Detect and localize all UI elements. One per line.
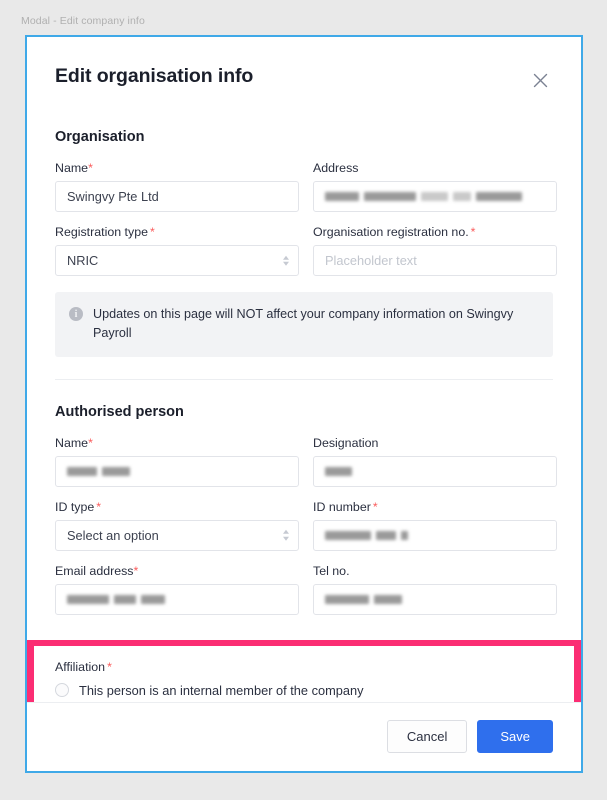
required-marker: * (88, 161, 93, 175)
designation-input[interactable] (313, 455, 557, 487)
label-email-address: Email address* (55, 564, 299, 578)
tel-no-input[interactable] (313, 583, 557, 615)
label-registration-type-text: Registration type (55, 225, 148, 239)
radio-icon[interactable] (55, 683, 69, 698)
info-banner: i Updates on this page will NOT affect y… (55, 292, 553, 357)
org-registration-no-input[interactable]: Placeholder text (313, 245, 557, 276)
field-tel-no: Tel no. (313, 564, 557, 615)
authorised-person-fields: Name* Designation ID type * Select an opt… (55, 436, 557, 628)
label-id-number-text: ID number (313, 499, 371, 514)
field-person-name: Name* (55, 436, 299, 487)
affiliation-option-internal-label: This person is an internal member of the… (79, 682, 364, 698)
organisation-fields: Name* Swingvy Pte Ltd Address Registrati… (55, 161, 557, 289)
redacted-text (67, 466, 97, 476)
redacted-text (453, 192, 471, 201)
field-registration-type: Registration type * NRIC (55, 225, 299, 276)
affiliation-highlight-box: Affiliation * This person is an internal … (27, 639, 581, 702)
redacted-text (476, 192, 522, 201)
label-person-name-text: Name (55, 435, 89, 450)
redacted-text (364, 192, 416, 201)
field-email-address: Email address* (55, 564, 299, 615)
page-label: Modal - Edit company info (21, 15, 145, 27)
label-id-number: ID number * (313, 500, 557, 514)
id-type-select[interactable]: Select an option (55, 519, 299, 551)
redacted-text (325, 192, 359, 201)
chevron-updown-icon (283, 530, 289, 541)
redacted-text (325, 594, 369, 604)
field-id-type: ID type * Select an option (55, 500, 299, 551)
redacted-text (376, 530, 396, 540)
label-email-address-text: Email address (55, 563, 134, 578)
label-org-registration-no: Organisation registration no. * (313, 225, 557, 239)
label-affiliation-text: Affiliation (55, 659, 106, 674)
close-icon[interactable] (527, 67, 553, 93)
label-org-name: Name* (55, 161, 299, 175)
redacted-text (141, 594, 165, 604)
registration-type-select[interactable]: NRIC (55, 245, 299, 276)
label-org-address: Address (313, 161, 359, 175)
section-title-organisation: Organisation (55, 129, 145, 145)
cancel-button[interactable]: Cancel (386, 720, 468, 753)
label-org-registration-no-text: Organisation registration no. (313, 225, 469, 239)
required-marker: * (372, 499, 378, 514)
required-marker: * (133, 563, 139, 578)
id-number-input[interactable] (313, 519, 557, 551)
required-marker: * (470, 225, 476, 239)
field-id-number: ID number * (313, 500, 557, 551)
save-button[interactable]: Save (477, 720, 553, 753)
field-org-name: Name* Swingvy Pte Ltd (55, 161, 299, 212)
id-type-value: Select an option (67, 527, 159, 543)
redacted-text (325, 530, 371, 540)
info-icon: i (69, 307, 83, 321)
org-name-input[interactable]: Swingvy Pte Ltd (55, 181, 299, 212)
field-org-registration-no: Organisation registration no. * Placehold… (313, 225, 557, 276)
required-marker: * (107, 659, 112, 674)
label-tel-no: Tel no. (313, 563, 350, 578)
label-id-type-text: ID type (55, 499, 95, 514)
email-address-input[interactable] (55, 583, 299, 615)
redacted-text (401, 530, 408, 540)
redacted-text (421, 192, 448, 201)
modal-footer: Cancel Save (27, 702, 581, 771)
info-banner-text: Updates on this page will NOT affect you… (93, 307, 514, 340)
modal-body: Organisation Name* Swingvy Pte Ltd Addre… (27, 93, 581, 702)
label-affiliation: Affiliation * (55, 660, 553, 674)
label-id-type: ID type * (55, 500, 299, 514)
label-designation: Designation (313, 435, 379, 450)
label-org-name-text: Name (55, 161, 89, 175)
section-title-authorised-person: Authorised person (55, 403, 184, 420)
section-divider (55, 378, 553, 380)
redacted-text (374, 594, 402, 604)
org-address-input[interactable] (313, 181, 557, 212)
label-registration-type: Registration type * (55, 225, 299, 239)
field-org-address: Address (313, 161, 557, 212)
required-marker: * (149, 225, 155, 239)
edit-organisation-modal: Edit organisation info Organisation Name… (25, 35, 583, 773)
modal-header: Edit organisation info (27, 37, 581, 93)
affiliation-option-internal[interactable]: This person is an internal member of the… (55, 683, 553, 698)
redacted-text (114, 594, 136, 604)
redacted-text (102, 466, 130, 476)
page-title: Edit organisation info (55, 65, 254, 87)
redacted-text (325, 466, 352, 476)
registration-type-value: NRIC (67, 253, 99, 268)
label-person-name: Name* (55, 436, 299, 450)
field-designation: Designation (313, 436, 557, 487)
redacted-text (67, 594, 109, 604)
person-name-input[interactable] (55, 455, 299, 487)
required-marker: * (96, 499, 102, 514)
chevron-updown-icon (283, 255, 289, 266)
required-marker: * (88, 435, 93, 450)
